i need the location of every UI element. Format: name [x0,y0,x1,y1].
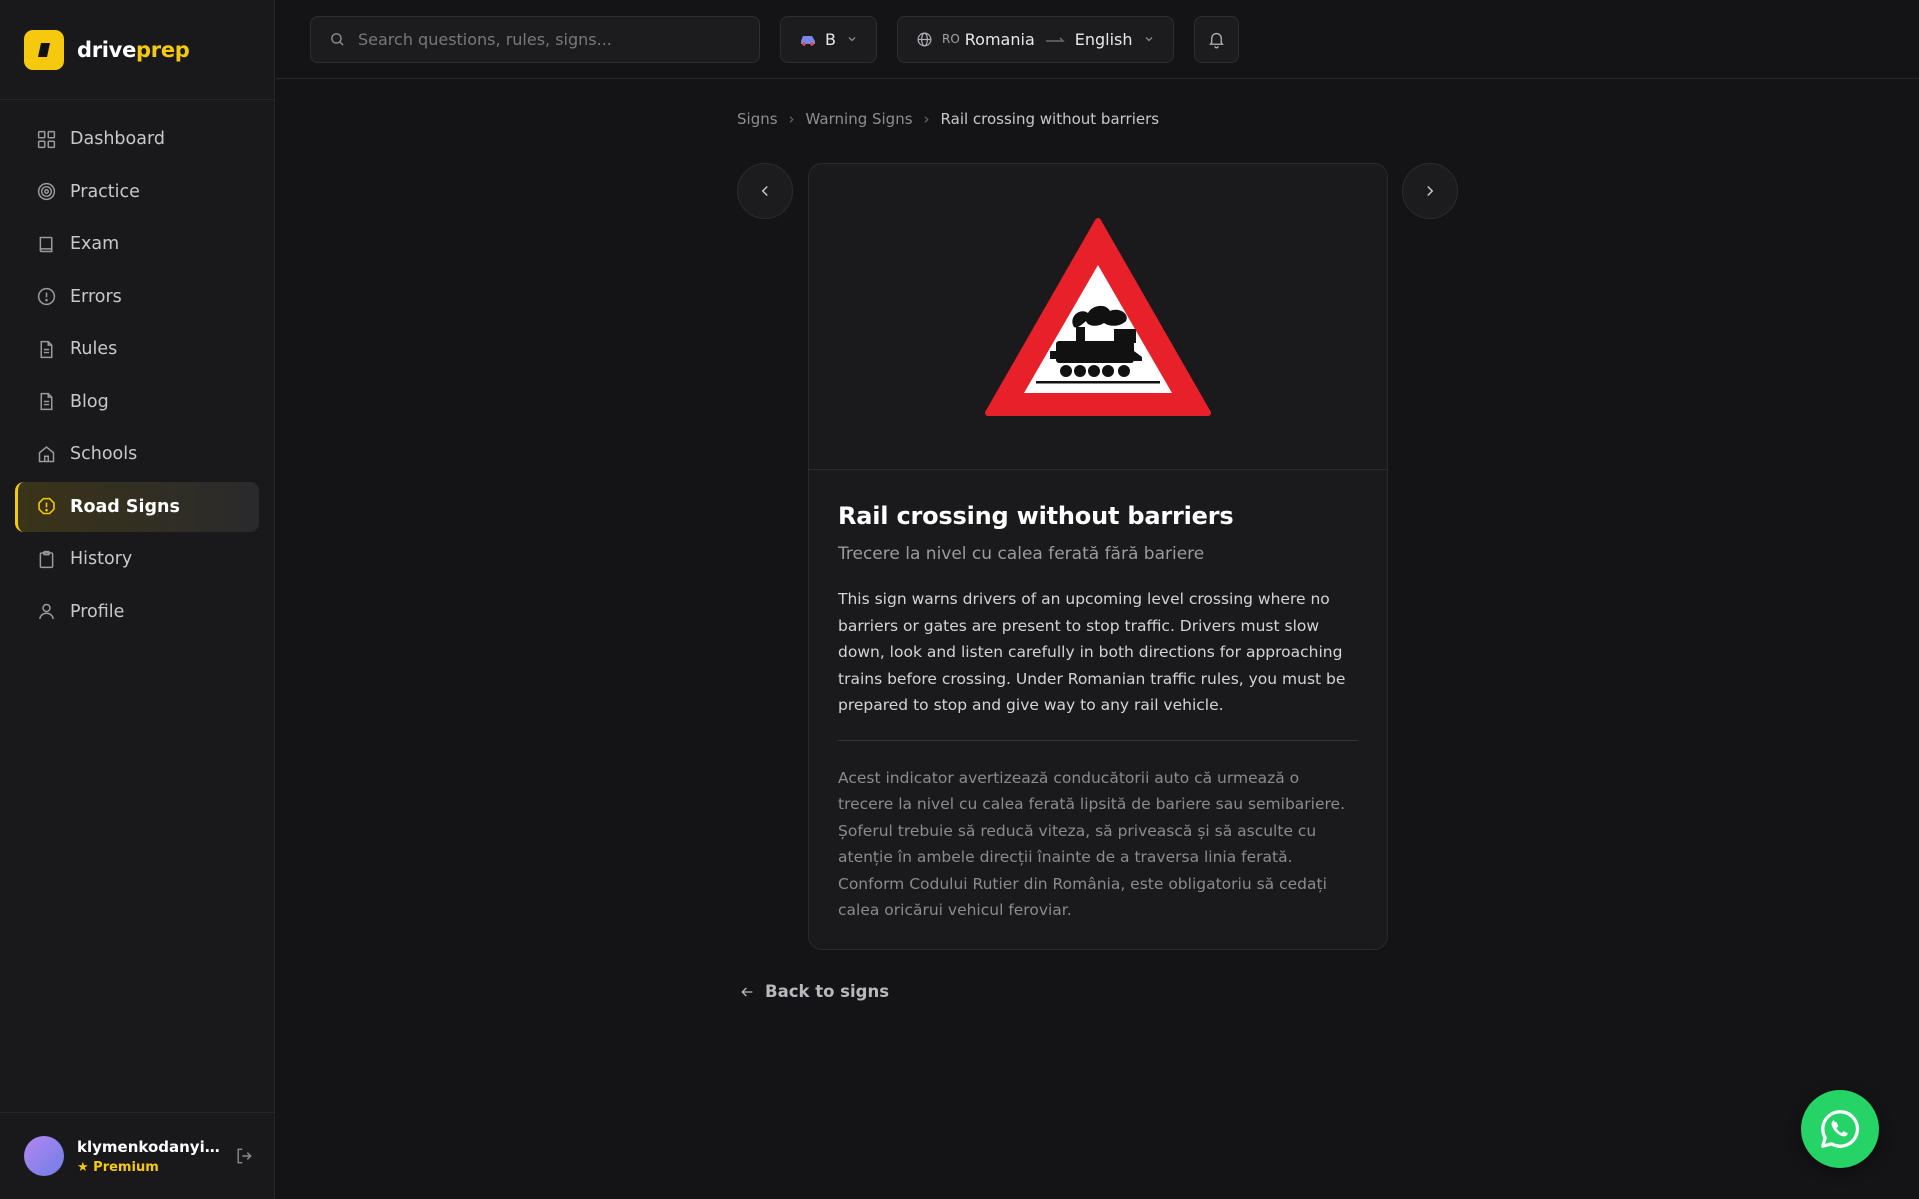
sidebar-item-practice[interactable]: Practice [15,167,259,217]
sidebar-item-label: Dashboard [70,129,165,149]
sidebar-item-blog[interactable]: Blog [15,377,259,427]
sign-content: Rail crossing without barriers Trecere l… [809,470,1387,949]
search-input[interactable] [358,29,738,49]
sign-detail-card: Rail crossing without barriers Trecere l… [808,163,1388,950]
country-name: Romania [964,29,1035,49]
user-info: klymenkodanyil0... ★ Premium [77,1138,222,1175]
category-value: B [825,29,836,49]
sidebar-item-road-signs[interactable]: Road Signs [15,481,259,532]
language-name: English [1074,29,1133,49]
book-icon [39,236,53,252]
logo-text-part2: prep [136,37,190,62]
logo-text-part1: drive [77,37,137,62]
logo[interactable]: driveprep [0,0,274,100]
logout-icon[interactable] [234,1146,254,1166]
sign-subtitle-romanian: Trecere la nivel cu calea ferată fără ba… [838,544,1205,564]
sidebar-item-exam[interactable]: Exam [15,219,259,269]
breadcrumb: Signs › Warning Signs › Rail crossing wi… [737,110,1159,128]
sidebar-item-label: Road Signs [70,496,180,517]
user-panel: klymenkodanyil0... ★ Premium [0,1112,275,1199]
whatsapp-icon [1821,1110,1860,1148]
globe-icon [917,32,932,46]
back-to-signs-link[interactable]: Back to signs [739,982,889,1001]
sidebar-item-label: History [70,549,133,569]
arrow-right-icon [1045,37,1065,42]
sidebar-item-label: Blog [70,391,109,412]
divider [838,739,1358,741]
avatar[interactable] [24,1136,64,1176]
chevron-right-icon: › [923,110,930,128]
document-icon [40,340,53,358]
sign-description-romanian: Acest indicator avertizează conducătorii… [838,768,1346,920]
logo-text: driveprep [77,38,190,62]
user-name: klymenkodanyil0... [77,1137,222,1156]
sidebar-nav: Dashboard Practice Exam Errors Rules Blo… [0,100,274,653]
back-to-signs-label: Back to signs [765,982,890,1001]
breadcrumb-current: Rail crossing without barriers [940,110,1160,128]
next-sign-button[interactable] [1402,163,1458,219]
sign-title: Rail crossing without barriers [838,502,1234,530]
chevron-left-icon [761,185,768,197]
target-icon [37,182,56,201]
warning-octagon-icon [38,497,55,515]
country-language-selector[interactable]: RO Romania English [896,15,1174,63]
top-bar: B RO Romania English [276,0,1919,79]
sidebar-item-label: Practice [70,181,140,202]
home-icon [38,445,55,462]
user-icon [39,603,54,620]
sidebar-item-schools[interactable]: Schools [15,429,259,479]
sign-image-area [809,164,1387,470]
sidebar-item-label: Rules [70,339,118,359]
notifications-button[interactable] [1193,15,1239,63]
chevron-down-icon [848,37,856,42]
sidebar-item-profile[interactable]: Profile [15,587,259,637]
arrow-left-icon [741,987,753,996]
chevron-right-icon: › [788,110,795,128]
chevron-right-icon [1427,185,1434,197]
rail-crossing-sign-icon [985,217,1211,416]
previous-sign-button[interactable] [737,163,793,219]
sidebar-item-rules[interactable]: Rules [15,324,259,374]
bell-icon [1208,32,1224,48]
car-icon [801,35,815,46]
search-icon [331,32,344,46]
logo-mark-icon [24,29,64,70]
sign-description-english: This sign warns drivers of an upcoming l… [838,590,1346,714]
premium-badge: ★ Premium [77,1159,159,1175]
breadcrumb-signs[interactable]: Signs [737,110,778,128]
whatsapp-chat-button[interactable] [1801,1090,1879,1168]
clipboard-icon [39,550,54,568]
sidebar-item-history[interactable]: History [15,534,259,584]
chevron-down-icon [1145,37,1152,42]
sidebar-item-errors[interactable]: Errors [15,272,259,322]
sidebar-item-label: Profile [70,601,125,622]
document-icon [40,392,53,411]
category-selector[interactable]: B [780,15,877,63]
country-code: RO [941,32,960,46]
breadcrumb-warning-signs[interactable]: Warning Signs [806,110,913,128]
sidebar-item-dashboard[interactable]: Dashboard [15,114,259,164]
sidebar-item-label: Schools [70,444,138,464]
sidebar: driveprep Dashboard Practice Exam Errors… [0,0,275,1199]
sidebar-item-label: Exam [70,234,120,254]
grid-icon [37,130,56,148]
sidebar-item-label: Errors [70,286,122,307]
alert-circle-icon [37,287,56,306]
search-box[interactable] [310,15,760,63]
